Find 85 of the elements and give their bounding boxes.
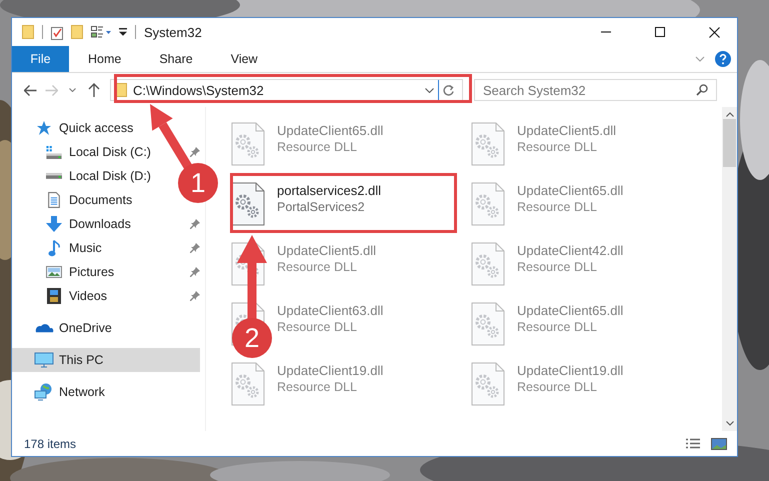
scrollbar-thumb[interactable]	[723, 119, 736, 167]
computer-icon	[34, 352, 54, 368]
star-icon	[36, 120, 52, 136]
file-type: PortalServices2	[277, 199, 366, 216]
settings-file-icon	[471, 362, 505, 406]
minimize-icon	[601, 31, 611, 33]
film-icon	[47, 288, 61, 304]
search-icon[interactable]	[696, 84, 708, 96]
large-icons-view-icon[interactable]	[711, 438, 727, 450]
sidebar-item[interactable]: This PC	[12, 348, 200, 372]
item-count: 178 items	[24, 436, 76, 450]
sidebar-item[interactable]: OneDrive	[12, 316, 116, 340]
file-type: Resource DLL	[277, 259, 358, 276]
file-name[interactable]: UpdateClient5.dll	[277, 242, 376, 259]
drive-icon	[46, 146, 62, 158]
caret-down-icon[interactable]	[726, 421, 734, 426]
view-icon[interactable]	[91, 26, 111, 38]
maximize-icon	[655, 27, 665, 37]
sidebar-item[interactable]: Documents	[12, 188, 136, 212]
download-icon	[45, 216, 63, 232]
sidebar-item[interactable]: Pictures	[12, 260, 118, 284]
cloud-icon	[34, 323, 54, 333]
ribbon-tab[interactable]: Share	[140, 46, 212, 72]
window-title: System32	[144, 24, 202, 40]
file-type: Resource DLL	[277, 139, 358, 156]
close-icon	[708, 26, 720, 38]
back-arrow-icon	[24, 84, 37, 96]
caret-down-icon	[69, 88, 76, 92]
file-name[interactable]: UpdateClient65.dll	[517, 302, 624, 319]
music-note-icon	[48, 240, 60, 256]
file-name[interactable]: UpdateClient63.dll	[277, 302, 384, 319]
sidebar-item[interactable]: Music	[12, 236, 106, 260]
caret-up-icon[interactable]	[726, 112, 734, 117]
file-name[interactable]: UpdateClient65.dll	[277, 122, 384, 139]
sidebar-item[interactable]: Videos	[12, 284, 111, 308]
chevron-icon[interactable]	[695, 56, 705, 62]
up-arrow-icon	[88, 83, 100, 97]
file-type: Resource DLL	[277, 319, 358, 336]
sidebar-item[interactable]: Network	[12, 380, 109, 404]
scrollbar[interactable]	[722, 107, 737, 431]
ribbon-tab[interactable]: View	[212, 46, 277, 72]
properties-icon[interactable]	[51, 24, 63, 40]
ribbon-tab[interactable]: Home	[69, 46, 140, 72]
ribbon-tab[interactable]: File	[12, 46, 69, 72]
file-type: Resource DLL	[517, 199, 598, 216]
search-field[interactable]: Search System32	[474, 79, 717, 101]
file-name[interactable]: portalservices2.dll	[277, 182, 382, 199]
pin-icon[interactable]	[190, 147, 200, 157]
details-view-icon[interactable]	[685, 438, 701, 448]
network-icon	[34, 383, 54, 401]
settings-file-icon	[231, 362, 265, 406]
file-type: Resource DLL	[517, 259, 598, 276]
pin-icon[interactable]	[190, 291, 200, 301]
pin-icon[interactable]	[190, 267, 200, 277]
settings-file-icon	[231, 182, 265, 226]
help-icon[interactable]	[715, 51, 731, 67]
file-name[interactable]: UpdateClient42.dll	[517, 242, 624, 259]
forward-arrow-icon	[45, 84, 58, 96]
sidebar-item[interactable]: Downloads	[12, 212, 135, 236]
settings-file-icon	[471, 302, 505, 346]
address-bar[interactable]: C:\Windows\System32	[110, 79, 463, 101]
file-type: Resource DLL	[517, 379, 598, 396]
customize-icon[interactable]	[119, 28, 127, 36]
settings-file-icon	[471, 182, 505, 226]
caret-down-icon[interactable]	[425, 88, 434, 92]
pin-icon[interactable]	[190, 243, 200, 253]
document-icon	[48, 192, 60, 208]
file-type: Resource DLL	[517, 139, 598, 156]
refresh-icon	[443, 84, 454, 96]
settings-file-icon	[471, 122, 505, 166]
file-type: Resource DLL	[277, 379, 358, 396]
file-type: Resource DLL	[517, 319, 598, 336]
file-name[interactable]: UpdateClient19.dll	[277, 362, 384, 379]
settings-file-icon	[471, 242, 505, 286]
file-name[interactable]: UpdateClient65.dll	[517, 182, 624, 199]
file-name[interactable]: UpdateClient5.dll	[517, 122, 616, 139]
picture-icon	[46, 266, 62, 278]
drive-icon	[46, 173, 62, 179]
sidebar-item[interactable]: Quick access	[12, 116, 138, 140]
pin-icon[interactable]	[190, 219, 200, 229]
sidebar-item[interactable]: Local Disk (D:)	[12, 164, 155, 188]
sidebar-item[interactable]: Local Disk (C:)	[12, 140, 155, 164]
address-path: C:\Windows\System32	[133, 82, 264, 98]
settings-file-icon	[231, 122, 265, 166]
file-name[interactable]: UpdateClient19.dll	[517, 362, 624, 379]
